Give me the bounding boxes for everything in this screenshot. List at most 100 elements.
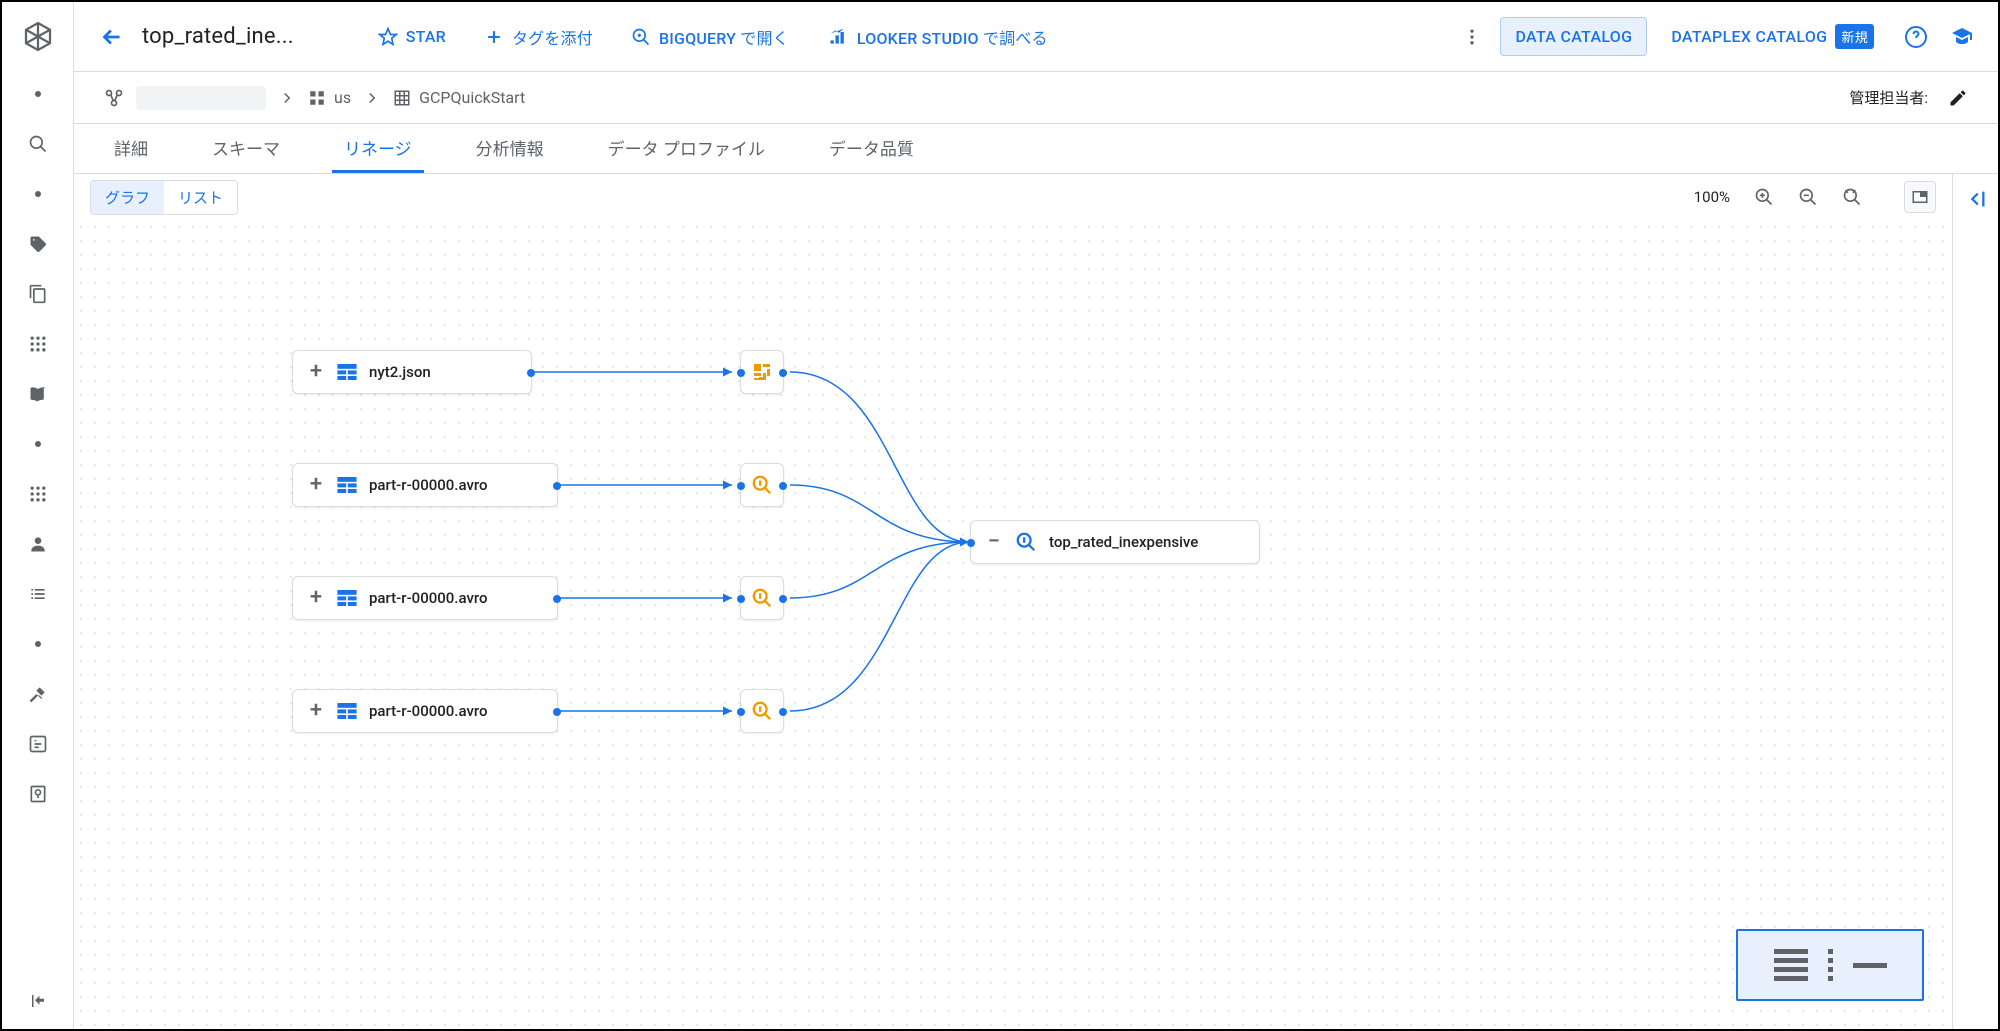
minimap-line-icon (1853, 963, 1887, 968)
node-output-port (779, 369, 787, 377)
rail-dot-1[interactable] (26, 82, 50, 106)
crumb-org[interactable] (104, 88, 124, 108)
view-toggle: グラフ リスト (90, 180, 238, 215)
back-button[interactable] (92, 17, 132, 57)
apps-icon[interactable] (26, 332, 50, 356)
flag-icon[interactable] (26, 782, 50, 806)
tab-details[interactable]: 詳細 (102, 124, 160, 173)
more-vert-icon (1462, 27, 1482, 47)
node-label: part-r-00000.avro (369, 702, 488, 720)
view-graph-button[interactable]: グラフ (91, 181, 164, 214)
book-icon[interactable] (26, 382, 50, 406)
minimap-bars-icon (1774, 949, 1808, 981)
copy-icon[interactable] (26, 282, 50, 306)
zoom-in-button[interactable] (1748, 181, 1780, 213)
dataplex-catalog-chip[interactable]: DATAPLEX CATALOG 新規 (1657, 15, 1888, 58)
node-input-port (737, 482, 745, 490)
zoom-reset-icon (1842, 187, 1862, 207)
person-icon[interactable] (26, 532, 50, 556)
tab-analysis[interactable]: 分析情報 (464, 124, 556, 173)
minimap-dots-icon (1828, 949, 1833, 981)
crumb-dataset[interactable]: GCPQuickStart (393, 88, 525, 107)
data-catalog-label: DATA CATALOG (1515, 27, 1632, 46)
lineage-process-node[interactable] (740, 689, 784, 733)
crumb-project-redacted[interactable] (136, 86, 266, 110)
node-input-port (967, 539, 975, 547)
crumb-region-label: us (334, 88, 351, 107)
node-output-port (779, 482, 787, 490)
lineage-process-node[interactable] (740, 576, 784, 620)
region-icon (308, 89, 326, 107)
view-list-button[interactable]: リスト (164, 181, 237, 214)
minimap[interactable] (1736, 929, 1924, 1001)
tab-profile[interactable]: データ プロファイル (596, 124, 777, 173)
star-icon (378, 27, 398, 47)
query-icon (1015, 531, 1037, 553)
node-label: nyt2.json (369, 363, 431, 381)
more-options-button[interactable] (1454, 19, 1490, 55)
zoom-level: 100% (1694, 188, 1730, 206)
node-output-port (553, 482, 561, 490)
process-icon (750, 360, 774, 384)
node-output-port (527, 369, 535, 377)
node-input-port (737, 708, 745, 716)
collapse-panel-button[interactable] (1965, 188, 1987, 1029)
query-icon (751, 700, 773, 722)
org-icon (104, 88, 124, 108)
list-icon[interactable] (26, 582, 50, 606)
left-nav-rail (2, 2, 74, 1029)
add-tag-button[interactable]: タグを添付 (470, 17, 607, 57)
rail-dot-4[interactable] (26, 632, 50, 656)
lineage-edges (74, 220, 1952, 1029)
edit-owner-button[interactable] (1948, 88, 1968, 108)
expand-rail-icon[interactable] (26, 989, 50, 1013)
tab-lineage[interactable]: リネージ (332, 124, 424, 173)
lineage-process-node[interactable] (740, 350, 784, 394)
graduation-icon (1950, 25, 1974, 49)
fullscreen-button[interactable] (1904, 181, 1936, 213)
data-catalog-chip[interactable]: DATA CATALOG (1500, 17, 1647, 56)
star-button[interactable]: STAR (364, 19, 460, 55)
expand-node-button[interactable]: + (307, 474, 325, 496)
dashboard-icon[interactable] (26, 732, 50, 756)
top-bar: top_rated_ine... STAR タグを添付 BIGQUERY で開く… (74, 2, 1998, 72)
looker-icon (827, 27, 849, 47)
lineage-process-node[interactable] (740, 463, 784, 507)
lineage-source-node[interactable]: + nyt2.json (292, 350, 532, 394)
collapse-node-button[interactable]: − (985, 531, 1003, 553)
node-input-port (737, 369, 745, 377)
chevron-right-icon (278, 89, 296, 107)
open-bigquery-button[interactable]: BIGQUERY で開く (617, 17, 803, 57)
node-input-port (737, 595, 745, 603)
lineage-canvas[interactable]: + nyt2.json + part-r-00000.avro + (74, 220, 1952, 1029)
tab-quality[interactable]: データ品質 (817, 124, 926, 173)
breadcrumb: us GCPQuickStart 管理担当者: (74, 72, 1998, 124)
node-output-port (553, 595, 561, 603)
zoom-out-icon (1798, 187, 1818, 207)
learn-button[interactable] (1944, 19, 1980, 55)
owner-label: 管理担当者: (1849, 87, 1928, 108)
bigquery-icon (631, 27, 651, 47)
lineage-source-node[interactable]: + part-r-00000.avro (292, 576, 558, 620)
expand-node-button[interactable]: + (307, 361, 325, 383)
tag-icon[interactable] (26, 232, 50, 256)
chevron-right-icon (363, 89, 381, 107)
crumb-region[interactable]: us (308, 88, 351, 107)
rail-dot-2[interactable] (26, 182, 50, 206)
product-logo-icon[interactable] (20, 20, 56, 56)
zoom-reset-button[interactable] (1836, 181, 1868, 213)
help-button[interactable] (1898, 19, 1934, 55)
apps-icon-2[interactable] (26, 482, 50, 506)
expand-node-button[interactable]: + (307, 700, 325, 722)
tab-schema[interactable]: スキーマ (200, 124, 292, 173)
lineage-target-node[interactable]: − top_rated_inexpensive (970, 520, 1260, 564)
lineage-source-node[interactable]: + part-r-00000.avro (292, 689, 558, 733)
search-icon[interactable] (26, 132, 50, 156)
rail-dot-3[interactable] (26, 432, 50, 456)
lineage-source-node[interactable]: + part-r-00000.avro (292, 463, 558, 507)
open-looker-button[interactable]: LOOKER STUDIO で調べる (813, 17, 1062, 57)
zoom-out-button[interactable] (1792, 181, 1824, 213)
gavel-icon[interactable] (26, 682, 50, 706)
chevron-left-bar-icon (1965, 188, 1987, 210)
expand-node-button[interactable]: + (307, 587, 325, 609)
